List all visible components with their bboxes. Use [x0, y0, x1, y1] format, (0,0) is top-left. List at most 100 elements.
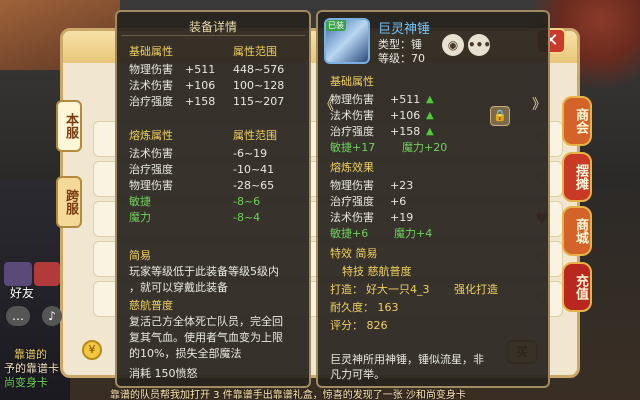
refine-attr-row: 魔力 -8~4: [129, 210, 301, 226]
attr-value: +511: [185, 63, 216, 76]
refine-title: 熔炼效果: [330, 161, 374, 174]
refine-attr-row: 物理伤害 -28~65: [129, 178, 301, 194]
basic-attr-row: 治疗强度 +158 ▲: [330, 124, 540, 140]
up-arrow-icon: ▲: [426, 94, 434, 105]
tab-stall[interactable]: 摆摊: [562, 152, 592, 202]
chat-icon[interactable]: …: [6, 306, 30, 326]
attr-value: +23: [390, 179, 414, 192]
coin-icon[interactable]: ¥: [82, 340, 102, 360]
more-button[interactable]: •••: [468, 34, 492, 56]
skill-cost: 消耗 150愤怒: [129, 367, 198, 380]
item-name: 巨灵神锤: [378, 22, 431, 37]
attr-value: +158: [390, 125, 421, 138]
score: 评分： 826: [330, 319, 388, 332]
attr-range: -28~65: [233, 179, 275, 192]
attr-name: 法术伤害: [330, 211, 374, 224]
lock-icon[interactable]: 🔒: [490, 106, 510, 126]
tab-mall-label: 商城: [573, 218, 588, 244]
forge-value: 好大一只4_3: [366, 283, 430, 296]
tab-stall-label: 摆摊: [573, 164, 588, 190]
attr-value: +19: [390, 211, 414, 224]
preview-button[interactable]: ◉: [442, 34, 464, 56]
basic-attr-row: 物理伤害 +511 ▲: [330, 92, 540, 108]
basic-attr-row: 治疗强度 +158 115~207: [129, 94, 301, 110]
equipped-badge: 已装: [326, 20, 346, 31]
attr-name: 法术伤害: [330, 109, 374, 122]
eye-icon: ◉: [447, 38, 459, 52]
attr-range: -10~41: [233, 163, 275, 176]
agility-bonus: 敏捷+17: [330, 141, 376, 154]
attr-name: 法术伤害: [129, 79, 173, 92]
system-ticker: 靠谱的队员帮我加打开 3 件靠谱手出靠谱礼盒，惊喜的发现了一张 沙和尚变身卡: [110, 390, 466, 400]
attr-name: 敏捷: [129, 195, 151, 208]
attr-value: +106: [390, 109, 421, 122]
forge-row: 打造： 好大一只4_3 强化打造: [330, 282, 540, 298]
magic-bonus: 魔力+20: [402, 141, 448, 154]
equipment-detail-panel: 装备详情 基础属性 属性范围 物理伤害 +511 448~576 法术伤害 +1…: [115, 10, 311, 388]
refine-header-row: 熔炼属性 属性范围: [129, 128, 301, 144]
forge-extra: 强化打造: [454, 283, 498, 296]
attr-name: 物理伤害: [129, 179, 173, 192]
attr-name: 治疗强度: [330, 195, 374, 208]
special-effect-name: 简易: [129, 249, 151, 262]
refine-attr-row: 法术伤害 -6~19: [129, 146, 301, 162]
refine-row: 治疗强度 +6: [330, 194, 540, 210]
description-line: 巨灵神所用神锤，锤似流星，非: [330, 353, 484, 366]
attr-name: 治疗强度: [330, 125, 374, 138]
tab-chamber-label: 商会: [573, 108, 588, 134]
forge-label: 打造：: [330, 283, 363, 296]
mic-icon[interactable]: ♪: [42, 306, 62, 326]
special-effect-desc: 玩家等级低于此装备等级5级内: [129, 265, 279, 278]
item-level: 等级：70: [378, 52, 425, 65]
attr-name: 治疗强度: [129, 95, 173, 108]
special-skill-desc: 复活己方全体死亡队员，完全回: [129, 315, 283, 328]
up-arrow-icon: ▲: [426, 110, 434, 121]
refine-attr-row: 敏捷 -8~6: [129, 194, 301, 210]
companion-avatar[interactable]: [34, 262, 60, 286]
tab-recharge-label: 充值: [573, 274, 588, 300]
tab-mall[interactable]: 商城: [562, 206, 592, 256]
tab-cross-server[interactable]: 跨服: [56, 176, 82, 228]
attr-name: 物理伤害: [330, 179, 374, 192]
attr-range-header: 属性范围: [233, 45, 277, 58]
basic-attr-header: 基础属性: [129, 45, 173, 58]
attr-value: +511: [390, 93, 421, 106]
attr-name: 物理伤害: [129, 63, 173, 76]
attr-name: 治疗强度: [129, 163, 173, 176]
tab-home-server[interactable]: 本服: [56, 100, 82, 152]
special-skill-desc: 复其气血。使用者气血变为上限: [129, 331, 283, 344]
tab-chamber[interactable]: 商会: [562, 96, 592, 146]
refine-row: 法术伤害 +19: [330, 210, 540, 226]
refine-attr-row: 治疗强度 -10~41: [129, 162, 301, 178]
attr-name: 物理伤害: [330, 93, 374, 106]
tab-cross-server-label: 跨服: [63, 189, 78, 215]
attr-range: 100~128: [233, 79, 285, 92]
special-effect-desc: ，就可以穿戴此装备: [129, 281, 228, 294]
attr-range: -6~19: [233, 147, 268, 160]
attr-range: 448~576: [233, 63, 285, 76]
item-description: 巨灵神所用神锤，锤似流星，非 凡力可举。: [330, 352, 540, 382]
attr-value: +6: [390, 195, 407, 208]
attr-range: 115~207: [233, 95, 285, 108]
attr-range: -8~4: [233, 211, 261, 224]
basic-header-row: 基础属性 属性范围: [129, 44, 301, 60]
durability: 耐久度： 163: [330, 301, 399, 314]
basic-attr-title: 基础属性: [330, 75, 374, 88]
item-info-panel: 已装 巨灵神锤 类型：锤 等级：70 ◉ ••• 《 》 基础属性 物理伤害 +…: [316, 10, 550, 388]
attr-name: 魔力: [129, 211, 151, 224]
friend-avatar[interactable]: [4, 262, 32, 286]
special-skill-desc: 的10%，损失全部魔法: [129, 347, 242, 360]
refine-attr-header: 熔炼属性: [129, 129, 173, 142]
friend-label[interactable]: 好友: [10, 284, 34, 301]
basic-attr-row: 法术伤害 +106 100~128: [129, 78, 301, 94]
refine-bonus-row: 敏捷+6 魔力+4: [330, 226, 540, 242]
refine-range-header: 属性范围: [233, 129, 277, 142]
tab-recharge[interactable]: 充值: [562, 262, 592, 312]
hammer-icon: 已装: [324, 18, 370, 64]
panel-title: 装备详情: [188, 20, 237, 34]
magic-bonus: 魔力+4: [394, 227, 433, 240]
more-icon: •••: [468, 38, 492, 52]
attr-value: +158: [185, 95, 216, 108]
up-arrow-icon: ▲: [426, 126, 434, 137]
attr-name: 法术伤害: [129, 147, 173, 160]
